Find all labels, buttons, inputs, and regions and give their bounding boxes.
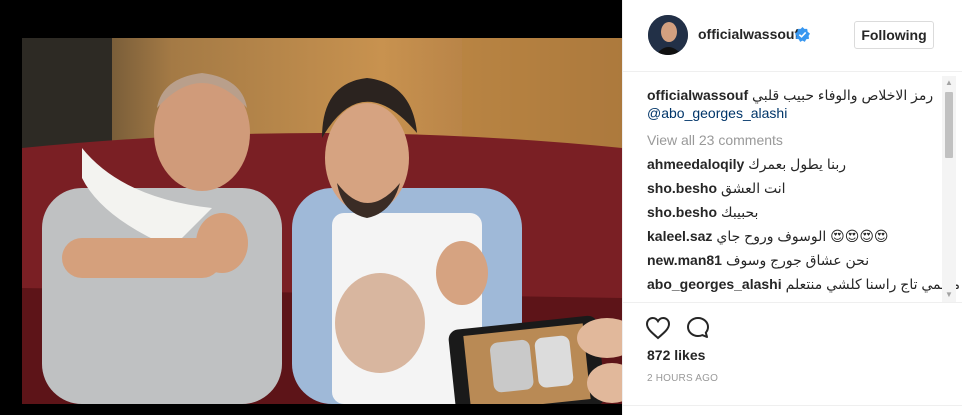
- comment-text: نحن عشاق جورج وسوف: [725, 252, 870, 268]
- comment-text: بحبيبك: [721, 204, 759, 220]
- following-button[interactable]: Following: [854, 21, 934, 49]
- comment-row: ahmeedaloqily ربنا يطول بعمرك: [647, 155, 937, 173]
- comment-username[interactable]: sho.besho: [647, 180, 717, 196]
- post-media-area: [0, 0, 622, 415]
- verified-badge-icon: [795, 27, 810, 42]
- comment-text: الوسوف وروح جاي 😍😍😍😍: [716, 228, 889, 244]
- comment-row: new.man81 نحن عشاق جورج وسوف: [647, 251, 937, 269]
- view-all-comments-link[interactable]: View all 23 comments: [647, 131, 937, 149]
- comment-row: abo_georges_alashi معلمي تاج راسنا كلشي م…: [647, 275, 960, 293]
- likes-count[interactable]: 872 likes: [647, 347, 705, 363]
- scroll-up-arrow-icon[interactable]: ▲: [944, 78, 954, 88]
- header-username[interactable]: officialwassouf: [698, 26, 799, 42]
- avatar-image: [648, 15, 688, 55]
- comments-list[interactable]: officialwassouf رمز الاخلاص والوفاء حبيب…: [623, 72, 962, 302]
- comments-scrollbar[interactable]: ▲ ▼: [942, 76, 956, 302]
- caption-username[interactable]: officialwassouf: [647, 87, 748, 103]
- comment-row: kaleel.saz الوسوف وروح جاي 😍😍😍😍: [647, 227, 937, 245]
- caption-text: رمز الاخلاص والوفاء حبيب قلبي: [752, 87, 934, 103]
- comment-username[interactable]: new.man81: [647, 252, 722, 268]
- comment-text: انت العشق: [721, 180, 786, 196]
- comment-row: sho.besho بحبيبك: [647, 203, 937, 221]
- comment-username[interactable]: ahmeedaloqily: [647, 156, 744, 172]
- add-comment-divider: [623, 405, 962, 406]
- comment-bubble-icon[interactable]: [685, 315, 711, 341]
- caption: officialwassouf رمز الاخلاص والوفاء حبيب…: [647, 86, 937, 122]
- comment-username[interactable]: abo_georges_alashi: [647, 276, 782, 292]
- scroll-down-arrow-icon[interactable]: ▼: [944, 290, 954, 300]
- avatar[interactable]: [648, 15, 688, 55]
- post-timestamp[interactable]: 2 HOURS AGO: [647, 373, 718, 384]
- heart-icon[interactable]: [645, 315, 671, 341]
- post-header: officialwassouf Following: [623, 0, 962, 72]
- comment-row: sho.besho انت العشق: [647, 179, 937, 197]
- comment-username[interactable]: kaleel.saz: [647, 228, 712, 244]
- comment-text: ربنا يطول بعمرك: [748, 156, 846, 172]
- caption-mention[interactable]: @abo_georges_alashi: [647, 104, 937, 122]
- comment-text: معلمي تاج راسنا كلشي منتعلم: [785, 276, 961, 292]
- comment-username[interactable]: sho.besho: [647, 204, 717, 220]
- post-side-panel: officialwassouf Following officialwassou…: [622, 0, 962, 415]
- photo-illustration: [22, 38, 622, 404]
- post-actions: 872 likes 2 HOURS AGO: [623, 302, 962, 415]
- scrollbar-thumb[interactable]: [945, 92, 953, 158]
- post-photo[interactable]: [22, 38, 622, 404]
